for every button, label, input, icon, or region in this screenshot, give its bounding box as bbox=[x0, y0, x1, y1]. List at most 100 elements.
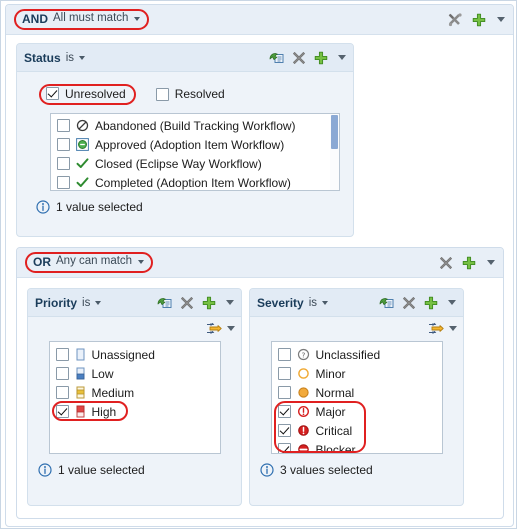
list-item[interactable]: Normal bbox=[272, 383, 442, 402]
list-item-label: High bbox=[91, 404, 117, 419]
checkbox[interactable] bbox=[277, 348, 291, 361]
bulk-select-icon[interactable] bbox=[206, 321, 223, 336]
bulk-select-chevron-icon[interactable] bbox=[227, 325, 235, 331]
list-item-label: Minor bbox=[315, 366, 346, 381]
add-menu-chevron-icon[interactable] bbox=[497, 17, 505, 22]
list-item[interactable]: High bbox=[50, 402, 220, 421]
convert-to-icon[interactable] bbox=[157, 296, 172, 310]
checkbox[interactable] bbox=[55, 386, 69, 399]
list-item-label: Closed (Eclipse Way Workflow) bbox=[95, 156, 262, 171]
list-item[interactable]: Closed (Eclipse Way Workflow) bbox=[51, 154, 339, 173]
scrollbar-thumb[interactable] bbox=[331, 115, 338, 149]
list-item[interactable]: Abandoned (Build Tracking Workflow) bbox=[51, 116, 339, 135]
add-criteria-icon[interactable] bbox=[314, 51, 328, 65]
checkbox[interactable] bbox=[55, 367, 69, 380]
delete-clause-icon[interactable] bbox=[180, 296, 194, 310]
priority-clause-toolbar bbox=[157, 296, 234, 310]
info-icon bbox=[36, 200, 50, 214]
list-item-label: Major bbox=[315, 404, 346, 419]
severity-blocker-icon bbox=[297, 443, 310, 453]
add-menu-chevron-icon[interactable] bbox=[487, 260, 495, 265]
checkbox[interactable] bbox=[155, 87, 169, 101]
chevron-down-icon[interactable] bbox=[95, 300, 102, 305]
priority-selection-text: 1 value selected bbox=[58, 463, 145, 477]
status-quick-toggles: Unresolved Resolved bbox=[39, 83, 344, 105]
status-quick-resolved[interactable]: Resolved bbox=[155, 87, 225, 101]
checkbox[interactable] bbox=[57, 138, 70, 151]
and-group-panel: AND All must match Status is Unresolved … bbox=[5, 4, 514, 527]
list-item[interactable]: Completed (Adoption Item Workflow) bbox=[51, 173, 339, 190]
or-operator-dropdown[interactable]: OR Any can match bbox=[25, 252, 154, 273]
and-group-header: AND All must match bbox=[6, 5, 513, 35]
priority-select-tools bbox=[28, 317, 241, 339]
severity-major-icon bbox=[297, 405, 310, 418]
add-menu-chevron-icon[interactable] bbox=[338, 55, 346, 60]
add-criteria-icon[interactable] bbox=[424, 296, 438, 310]
severity-option-list[interactable]: ? Unclassified Minor Normal Major Critic… bbox=[270, 341, 443, 454]
status-clause-body: Unresolved Resolved Abandoned (Build Tra… bbox=[17, 72, 353, 224]
status-clause-panel: Status is Unresolved Resolved Abandoned … bbox=[16, 43, 354, 237]
and-operator-label: AND bbox=[22, 12, 48, 26]
list-item[interactable]: Approved (Adoption Item Workflow) bbox=[51, 135, 339, 154]
chevron-down-icon bbox=[134, 17, 141, 21]
status-quick-unresolved-label: Unresolved bbox=[65, 86, 126, 101]
checkbox[interactable] bbox=[57, 157, 70, 170]
status-list-scrollbar[interactable] bbox=[330, 114, 339, 190]
add-criteria-icon[interactable] bbox=[202, 296, 216, 310]
and-operator-dropdown[interactable]: AND All must match bbox=[14, 9, 150, 30]
add-menu-chevron-icon[interactable] bbox=[448, 300, 456, 305]
check-icon bbox=[76, 157, 89, 170]
checkbox[interactable] bbox=[277, 386, 291, 399]
no-entry-icon bbox=[76, 119, 89, 132]
add-criteria-icon[interactable] bbox=[472, 13, 486, 27]
checkbox[interactable] bbox=[55, 348, 69, 361]
severity-select-tools bbox=[250, 317, 463, 339]
list-item[interactable]: Minor bbox=[272, 364, 442, 383]
priority-low-icon bbox=[75, 367, 86, 380]
list-item[interactable]: ? Unclassified bbox=[272, 345, 442, 364]
add-menu-chevron-icon[interactable] bbox=[226, 300, 234, 305]
list-item[interactable]: Medium bbox=[50, 383, 220, 402]
convert-to-icon[interactable] bbox=[379, 296, 394, 310]
info-icon bbox=[38, 463, 52, 477]
checkbox[interactable] bbox=[57, 176, 70, 189]
bulk-select-icon[interactable] bbox=[428, 321, 445, 336]
list-item-label: Completed (Adoption Item Workflow) bbox=[95, 175, 291, 190]
list-item[interactable]: Unassigned bbox=[50, 345, 220, 364]
priority-clause-header: Priority is bbox=[28, 289, 241, 317]
chevron-down-icon[interactable] bbox=[79, 55, 85, 60]
checkbox[interactable] bbox=[277, 424, 291, 437]
bulk-select-chevron-icon[interactable] bbox=[449, 325, 457, 331]
and-group-toolbar bbox=[448, 12, 505, 27]
priority-medium-icon bbox=[75, 386, 86, 399]
list-item[interactable]: Critical bbox=[272, 421, 442, 440]
list-item-label: Approved (Adoption Item Workflow) bbox=[95, 137, 285, 152]
checkbox[interactable] bbox=[277, 443, 291, 453]
add-criteria-icon[interactable] bbox=[462, 256, 476, 270]
checkbox[interactable] bbox=[277, 405, 291, 418]
checkbox[interactable] bbox=[46, 87, 59, 100]
list-item[interactable]: Blocker bbox=[272, 440, 442, 453]
delete-group-icon[interactable] bbox=[439, 256, 453, 270]
priority-option-list[interactable]: Unassigned Low Medium High bbox=[48, 341, 221, 454]
list-item-label: Medium bbox=[91, 385, 135, 400]
delete-clause-icon[interactable] bbox=[402, 296, 416, 310]
list-item[interactable]: Major bbox=[272, 402, 442, 421]
severity-critical-icon bbox=[297, 424, 310, 437]
convert-to-icon[interactable] bbox=[269, 51, 284, 65]
checkbox[interactable] bbox=[55, 405, 69, 418]
checkbox[interactable] bbox=[57, 119, 70, 132]
status-selection-text: 1 value selected bbox=[56, 200, 143, 214]
list-item-label: Unclassified bbox=[315, 347, 381, 362]
checkbox[interactable] bbox=[277, 367, 291, 380]
severity-minor-icon bbox=[297, 367, 310, 380]
check-icon bbox=[76, 176, 89, 189]
chevron-down-icon[interactable] bbox=[322, 300, 329, 305]
severity-operator-label: is bbox=[308, 296, 318, 309]
crossed-tools-icon[interactable] bbox=[448, 12, 463, 27]
status-option-list[interactable]: Abandoned (Build Tracking Workflow) Appr… bbox=[50, 113, 340, 191]
info-icon bbox=[260, 463, 274, 477]
delete-clause-icon[interactable] bbox=[292, 51, 306, 65]
status-quick-unresolved[interactable]: Unresolved bbox=[39, 83, 136, 105]
list-item[interactable]: Low bbox=[50, 364, 220, 383]
